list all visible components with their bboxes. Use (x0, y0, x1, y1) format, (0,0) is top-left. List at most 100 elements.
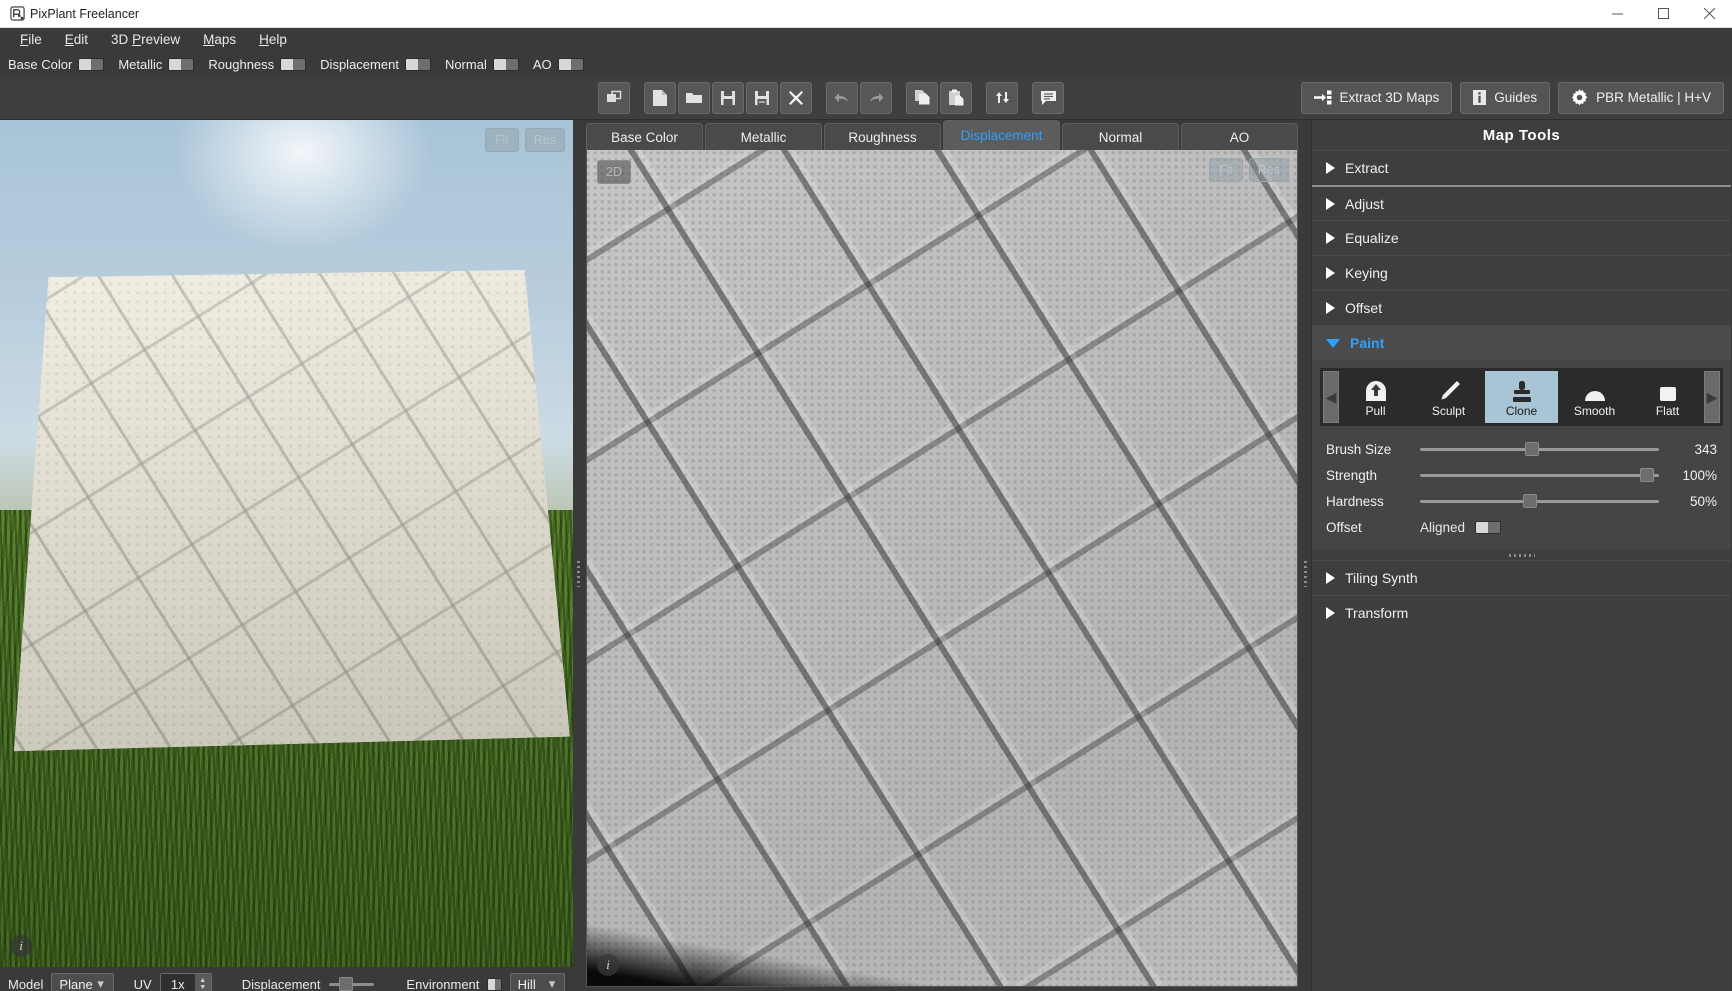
preview-3d-viewport[interactable]: Fit Res i (0, 120, 573, 967)
section-paint[interactable]: Paint (1312, 325, 1731, 360)
menu-item-3d-preview[interactable]: 3D Preview (101, 29, 190, 51)
maximize-icon[interactable] (1640, 0, 1686, 28)
chevron-left-icon[interactable]: ◀ (1323, 371, 1339, 423)
displacement-slider[interactable] (329, 975, 375, 991)
undo-icon[interactable] (826, 82, 858, 114)
menu-item-help[interactable]: Help (249, 29, 297, 51)
preview-zoom-buttons: Fit Res (485, 128, 565, 152)
view-mode-2d-button[interactable]: 2D (597, 160, 631, 184)
paver-plane-mesh[interactable] (14, 270, 572, 756)
brush-flatten[interactable]: Flatt (1631, 371, 1704, 423)
uv-stepper[interactable]: 1x ▲▼ (160, 973, 212, 991)
chevron-right-icon[interactable]: ▶ (1704, 371, 1720, 423)
map-toggle-ao[interactable]: AO (533, 57, 584, 72)
brush-size-slider[interactable] (1420, 440, 1659, 458)
brush-size-row: Brush Size 343 (1312, 436, 1731, 462)
paste-icon[interactable] (940, 82, 972, 114)
toggle-switch[interactable] (405, 58, 431, 71)
map-toggle-metallic[interactable]: Metallic (118, 57, 194, 72)
section-equalize[interactable]: Equalize (1312, 220, 1731, 255)
comment-icon[interactable] (1032, 82, 1064, 114)
toggle-switch[interactable] (78, 58, 104, 71)
brush-pull[interactable]: Pull (1339, 371, 1412, 423)
section-tiling-synth[interactable]: Tiling Synth (1312, 560, 1731, 595)
section-adjust[interactable]: Adjust (1312, 185, 1731, 220)
environment-toggle[interactable] (487, 978, 501, 991)
menu-edit-rest: dit (74, 32, 88, 47)
map-toggle-label: Displacement (320, 57, 399, 72)
toggle-switch[interactable] (558, 58, 584, 71)
toggle-switch[interactable] (493, 58, 519, 71)
toggle-switch[interactable] (168, 58, 194, 71)
canvas-fit-button[interactable]: Fit (1209, 158, 1243, 182)
open-folder-icon[interactable] (678, 82, 710, 114)
main-area: Fit Res i Model Plane ▾ UV 1x ▲▼ Displac… (0, 120, 1732, 991)
offset-row: Offset Aligned (1312, 514, 1731, 540)
redo-icon[interactable] (860, 82, 892, 114)
new-document-icon[interactable] (644, 82, 676, 114)
map-toggle-base-color[interactable]: Base Color (8, 57, 104, 72)
map-toggle-normal[interactable]: Normal (445, 57, 519, 72)
offset-label: Offset (1326, 520, 1410, 535)
brush-smooth[interactable]: Smooth (1558, 371, 1631, 423)
section-keying-label: Keying (1345, 265, 1388, 281)
pull-brush-icon (1363, 377, 1389, 403)
menu-item-file[interactable]: File (10, 29, 52, 51)
preview-info-button[interactable]: i (10, 935, 32, 957)
export-icon[interactable] (986, 82, 1018, 114)
chevron-right-icon (1326, 162, 1335, 174)
minimize-icon[interactable] (1594, 0, 1640, 28)
tab-normal[interactable]: Normal (1062, 123, 1179, 150)
chevron-down-icon: ▾ (93, 976, 109, 991)
copy-icon[interactable] (906, 82, 938, 114)
section-paint-label: Paint (1350, 335, 1384, 351)
menu-item-maps[interactable]: Maps (193, 29, 246, 51)
canvas-res-button[interactable]: Res (1249, 158, 1289, 182)
left-center-splitter[interactable] (573, 120, 584, 991)
tab-ao[interactable]: AO (1181, 123, 1298, 150)
tab-metallic[interactable]: Metallic (705, 123, 822, 150)
section-offset[interactable]: Offset (1312, 290, 1731, 325)
clipboard-group (906, 82, 972, 114)
pbr-preset-button[interactable]: PBR Metallic | H+V (1558, 82, 1724, 114)
brush-sculpt[interactable]: Sculpt (1412, 371, 1485, 423)
tab-roughness[interactable]: Roughness (824, 123, 941, 150)
center-right-splitter[interactable] (1300, 120, 1311, 991)
canvas-zoom-buttons: Fit Res (1209, 158, 1289, 182)
hardness-slider[interactable] (1420, 492, 1659, 510)
preview-res-button[interactable]: Res (525, 128, 565, 152)
guides-label: Guides (1494, 90, 1537, 105)
paint-section-resizer[interactable] (1312, 550, 1731, 560)
model-select[interactable]: Plane ▾ (51, 973, 113, 991)
section-transform[interactable]: Transform (1312, 595, 1731, 630)
brush-clone[interactable]: Clone (1485, 371, 1558, 423)
map-toggle-displacement[interactable]: Displacement (320, 57, 431, 72)
extract-3d-maps-button[interactable]: Extract 3D Maps (1301, 82, 1453, 114)
map-toggle-label: Metallic (118, 57, 162, 72)
aligned-toggle[interactable] (1475, 521, 1501, 534)
canvas-info-button[interactable]: i (597, 954, 619, 976)
environment-select[interactable]: Hill ▾ (510, 973, 565, 991)
canvas-status-bar: 2448 x 2448 x Grayscale pav-displacement… (584, 987, 1300, 991)
flatten-brush-icon (1655, 377, 1681, 403)
preview-fit-button[interactable]: Fit (485, 128, 519, 152)
close-icon[interactable] (1686, 0, 1732, 28)
close-document-icon[interactable] (780, 82, 812, 114)
tab-displacement[interactable]: Displacement (943, 120, 1060, 150)
map-canvas[interactable]: 2D Fit Res i (586, 150, 1298, 987)
save-icon[interactable] (712, 82, 744, 114)
hardness-row: Hardness 50% (1312, 488, 1731, 514)
guides-button[interactable]: Guides (1460, 82, 1550, 114)
section-keying[interactable]: Keying (1312, 255, 1731, 290)
toggle-switch[interactable] (280, 58, 306, 71)
tab-base-color[interactable]: Base Color (586, 123, 703, 150)
map-toggle-roughness[interactable]: Roughness (208, 57, 306, 72)
smooth-brush-icon (1582, 377, 1608, 403)
brush-smooth-label: Smooth (1574, 404, 1615, 418)
menu-item-edit[interactable]: Edit (55, 29, 98, 51)
section-extract[interactable]: Extract (1312, 150, 1731, 185)
strength-slider[interactable] (1420, 466, 1659, 484)
float-window-icon[interactable] (598, 82, 630, 114)
uv-stepper-arrows[interactable]: ▲▼ (195, 974, 211, 991)
save-as-icon[interactable] (746, 82, 778, 114)
